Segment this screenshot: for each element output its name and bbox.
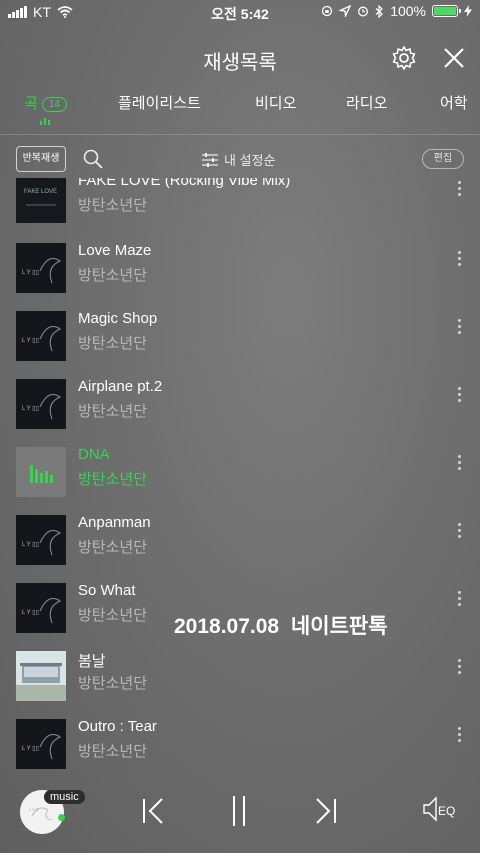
mini-player: L Y ▯ music EQ — [0, 780, 480, 853]
tab-playlists[interactable]: 플레이리스트 — [118, 92, 201, 113]
svg-text:L Y ▯▯: L Y ▯▯ — [22, 338, 39, 344]
song-count-badge: 14 — [41, 96, 67, 112]
svg-text:L Y ▯▯: L Y ▯▯ — [22, 406, 39, 412]
album-cover: L Y ▯▯ — [16, 583, 66, 633]
repeat-button[interactable]: 반복재생 — [16, 146, 66, 172]
music-tag: music — [44, 790, 85, 804]
song-title: Airplane pt.2 — [78, 378, 163, 395]
tab-radio[interactable]: 라디오 — [346, 92, 387, 113]
more-options-icon[interactable] — [455, 181, 463, 201]
song-title: Magic Shop — [78, 310, 158, 327]
artist-name: 방탄소년단 — [78, 471, 148, 488]
edit-button[interactable]: 편집 — [422, 149, 464, 169]
more-options-icon[interactable] — [455, 591, 463, 611]
svg-text:FAKE LOVE: FAKE LOVE — [24, 189, 57, 195]
svg-text:L Y ▯▯: L Y ▯▯ — [22, 610, 39, 616]
artist-name: 방탄소년단 — [78, 267, 148, 284]
list-item[interactable]: L Y ▯▯ Anpanman 방탄소년단 — [0, 510, 480, 578]
list-item[interactable]: FAKE LOVE FAKE LOVE (Rocking Vibe Mix) 방… — [0, 178, 480, 236]
gear-icon[interactable] — [390, 44, 418, 72]
artist-name: 방탄소년단 — [78, 675, 148, 692]
more-options-icon[interactable] — [455, 387, 463, 407]
tab-songs[interactable]: 곡 14 — [24, 92, 67, 113]
previous-icon[interactable] — [140, 794, 166, 828]
list-item[interactable]: L Y ▯▯ Love Maze 방탄소년단 — [0, 238, 480, 306]
artist-name: 방탄소년단 — [78, 743, 148, 760]
list-item-now-playing[interactable]: DNA 방탄소년단 — [0, 442, 480, 510]
alarm-icon — [358, 6, 369, 17]
status-bar: KT 오전 5:42 100% — [0, 0, 480, 24]
album-cover: L Y ▯▯ — [16, 515, 66, 565]
song-list: FAKE LOVE FAKE LOVE (Rocking Vibe Mix) 방… — [0, 178, 480, 770]
more-options-icon[interactable] — [455, 251, 463, 271]
artist-name: 방탄소년단 — [78, 335, 148, 352]
tab-bar: 곡 14 플레이리스트 비디오 라디오 어학 — [0, 88, 480, 128]
sort-button[interactable]: 내 설정순 — [202, 150, 275, 169]
svg-text:L Y ▯: L Y ▯ — [29, 807, 38, 812]
orientation-lock-icon — [322, 5, 333, 17]
album-cover: L Y ▯▯ — [16, 243, 66, 293]
song-title: DNA — [78, 446, 110, 463]
eq-button[interactable]: EQ — [420, 792, 464, 831]
more-options-icon[interactable] — [455, 455, 463, 475]
svg-text:L Y ▯▯: L Y ▯▯ — [22, 542, 39, 548]
status-dot — [58, 814, 65, 821]
more-options-icon[interactable] — [455, 319, 463, 339]
now-playing-icon — [16, 447, 66, 497]
tab-label: 곡 — [24, 95, 38, 112]
song-title: So What — [78, 582, 136, 599]
more-options-icon[interactable] — [455, 727, 463, 747]
list-item[interactable]: 봄날 방탄소년단 — [0, 646, 480, 714]
song-title: Outro : Tear — [78, 718, 157, 735]
song-title: Love Maze — [78, 242, 152, 259]
tab-videos[interactable]: 비디오 — [255, 92, 296, 113]
album-cover: FAKE LOVE — [16, 178, 66, 223]
svg-text:L Y ▯▯: L Y ▯▯ — [22, 270, 39, 276]
divider — [0, 134, 480, 135]
list-item[interactable]: L Y ▯▯ Magic Shop 방탄소년단 — [0, 306, 480, 374]
eq-label: EQ — [438, 804, 456, 818]
pause-icon[interactable] — [226, 794, 252, 828]
sliders-icon — [202, 152, 218, 167]
tab-language[interactable]: 어학 — [440, 92, 468, 113]
song-title: FAKE LOVE (Rocking Vibe Mix) — [78, 178, 291, 189]
list-toolbar: 반복재생 내 설정순 편집 — [0, 142, 480, 176]
battery-percent: 100% — [390, 3, 426, 19]
artist-name: 방탄소년단 — [78, 607, 148, 624]
more-options-icon[interactable] — [455, 523, 463, 543]
album-cover — [16, 651, 66, 701]
search-icon[interactable] — [82, 148, 104, 170]
battery-icon — [432, 5, 461, 17]
charging-icon — [464, 5, 472, 17]
watermark-caption: 2018.07.08 네이트판톡 — [174, 615, 388, 638]
more-options-icon[interactable] — [455, 659, 463, 679]
next-icon[interactable] — [313, 794, 339, 828]
equalizer-indicator-icon — [40, 118, 50, 125]
album-cover: L Y ▯▯ — [16, 311, 66, 361]
header: 재생목록 — [0, 40, 480, 76]
close-icon[interactable] — [440, 44, 468, 72]
song-title: 봄날 — [78, 653, 106, 670]
location-icon — [339, 5, 352, 17]
list-item[interactable]: L Y ▯▯ Airplane pt.2 방탄소년단 — [0, 374, 480, 442]
album-cover: L Y ▯▯ — [16, 379, 66, 429]
sort-label: 내 설정순 — [224, 153, 276, 168]
artist-name: 방탄소년단 — [78, 539, 148, 556]
artist-name: 방탄소년단 — [78, 403, 148, 420]
song-title: Anpanman — [78, 514, 151, 531]
list-item[interactable]: L Y ▯▯ Outro : Tear 방탄소년단 — [0, 714, 480, 770]
svg-text:L Y ▯▯: L Y ▯▯ — [22, 746, 39, 752]
album-cover: L Y ▯▯ — [16, 719, 66, 769]
artist-name: 방탄소년단 — [78, 197, 148, 214]
bluetooth-icon — [375, 4, 384, 18]
